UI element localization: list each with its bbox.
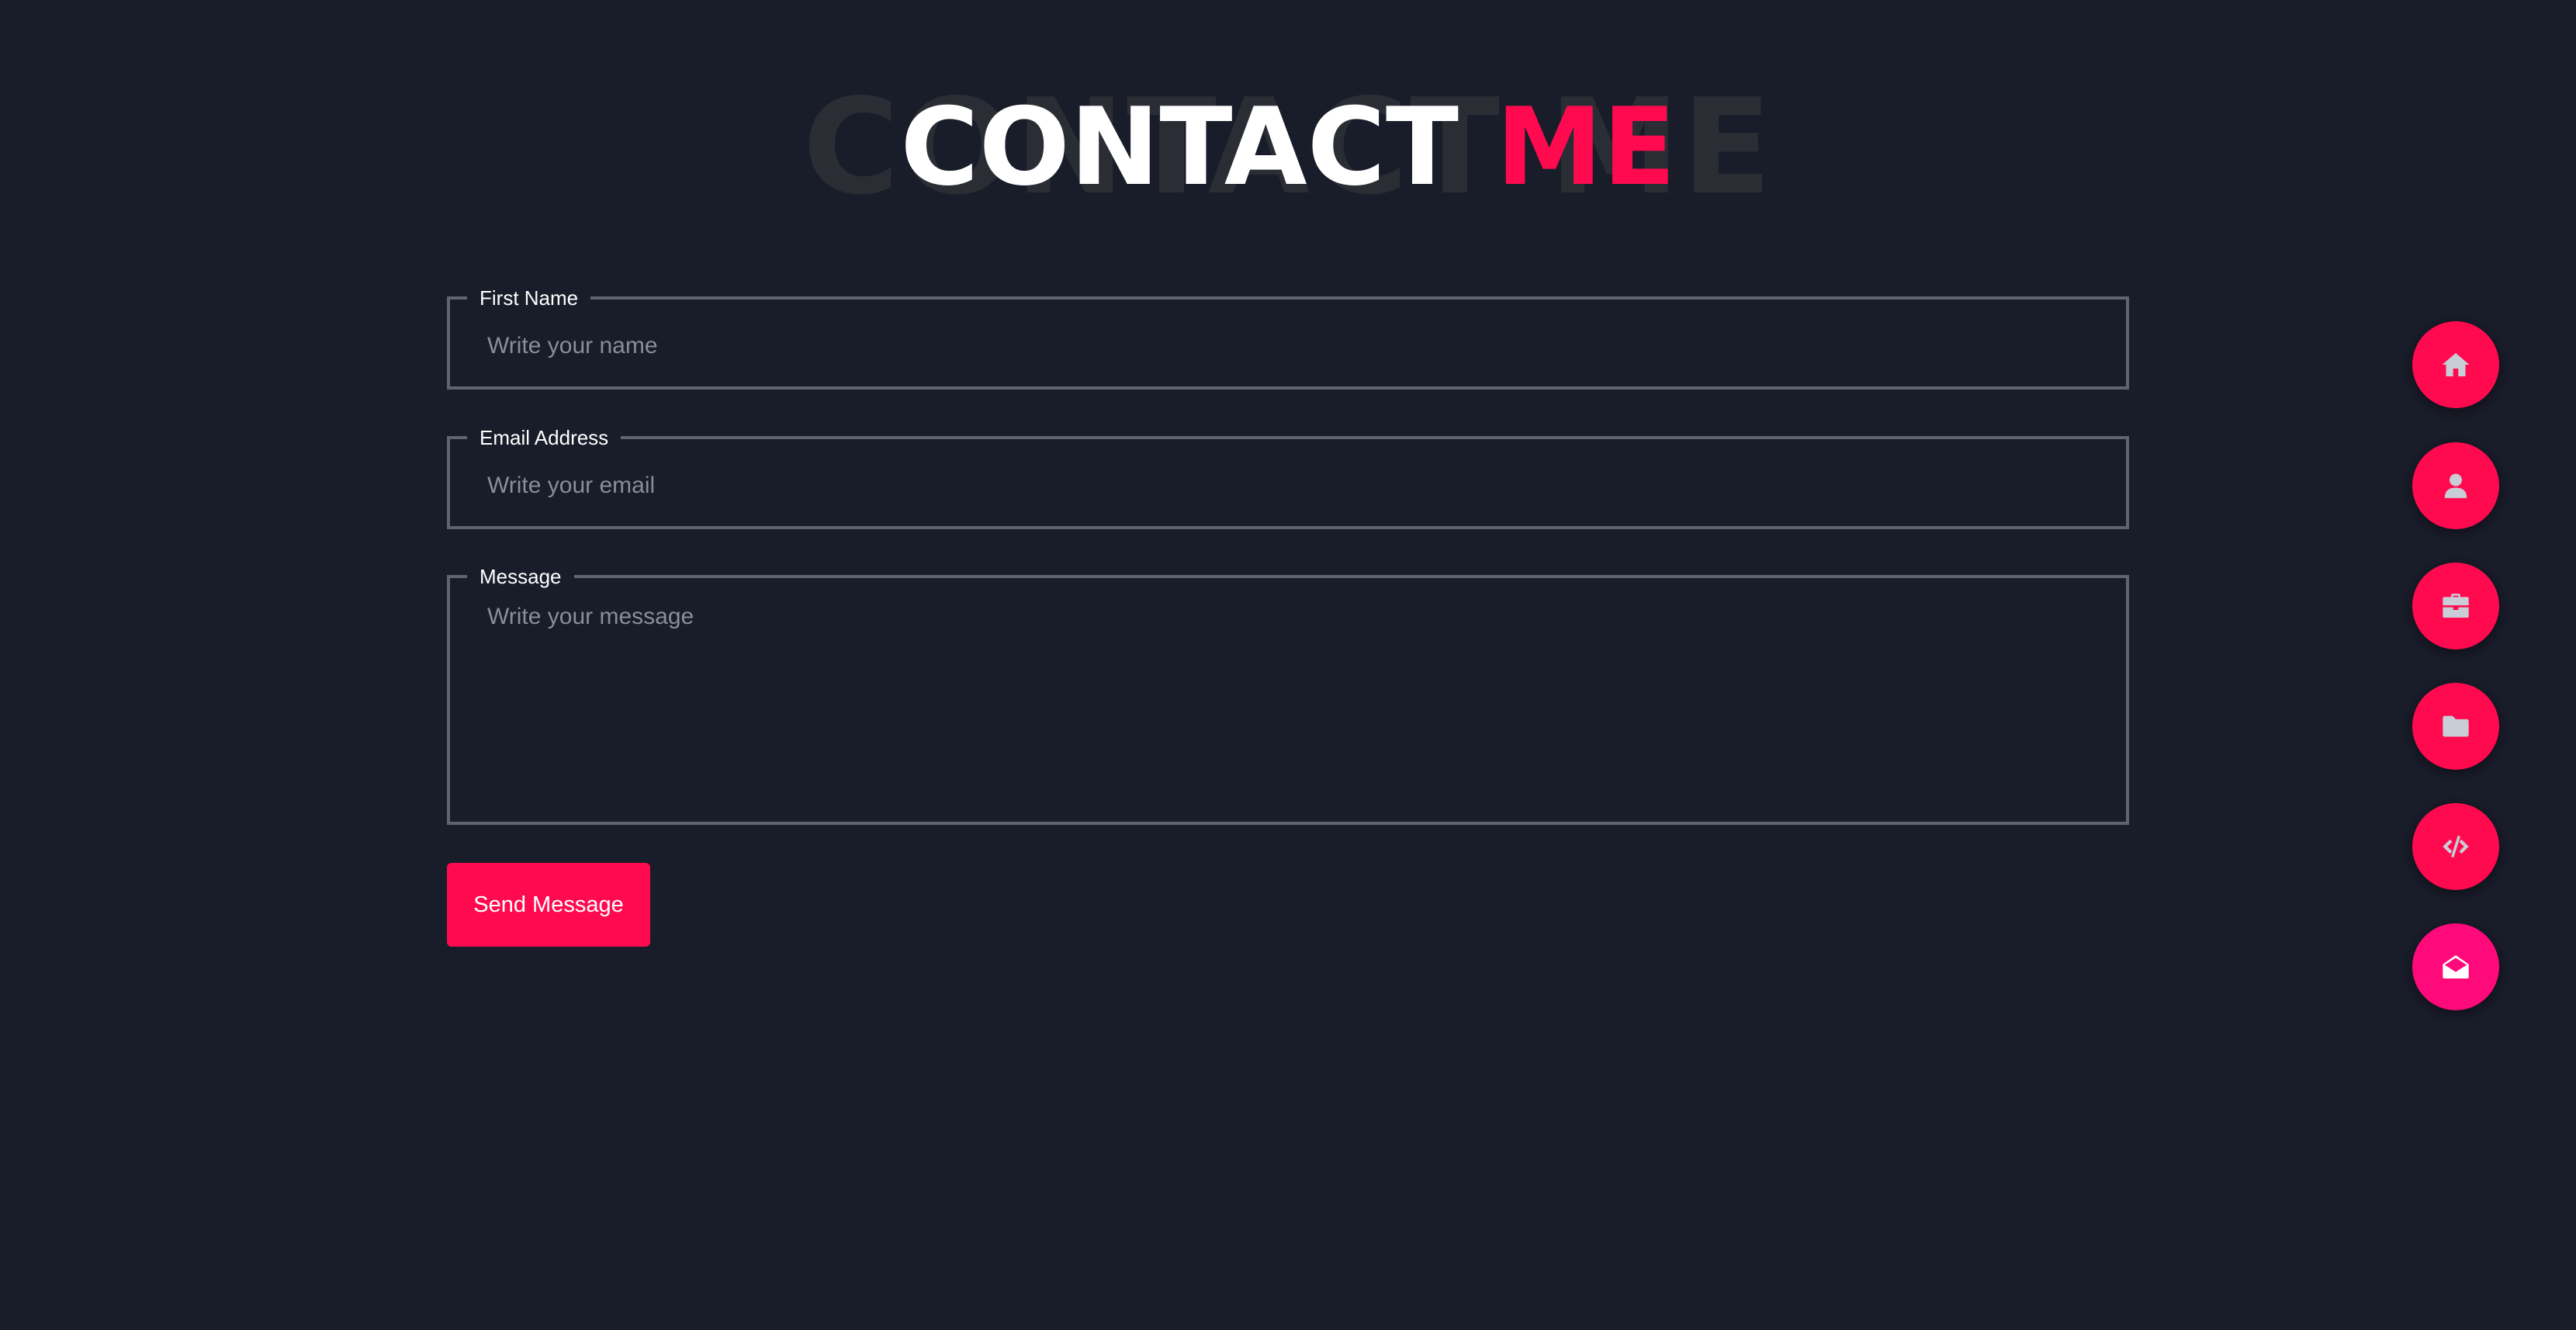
title-accent: ME (1496, 85, 1676, 210)
section-heading: CONTACT ME CONTACT ME (0, 74, 2576, 221)
home-icon (2442, 353, 2470, 376)
send-message-button[interactable]: Send Message (447, 863, 650, 947)
email-fieldset: Email Address (447, 426, 2129, 529)
email-input[interactable] (450, 449, 2126, 522)
folder-icon (2443, 715, 2469, 737)
message-fieldset: Message (447, 565, 2129, 825)
name-fieldset: First Name (447, 286, 2129, 390)
email-label: Email Address (480, 426, 609, 449)
contact-page: CONTACT ME CONTACT ME First Name Email A… (0, 0, 2576, 1330)
title-main: CONTACT (900, 85, 1459, 210)
nav-contact-button[interactable] (2412, 923, 2499, 1010)
nav-about-button[interactable] (2412, 442, 2499, 529)
user-icon (2444, 473, 2467, 498)
nav-services-button[interactable] (2412, 563, 2499, 649)
nav-portfolio-button[interactable] (2412, 683, 2499, 770)
briefcase-icon (2443, 594, 2469, 618)
message-textarea[interactable] (450, 588, 2126, 818)
page-title: CONTACT ME (0, 74, 2576, 221)
code-icon (2443, 835, 2469, 858)
envelope-open-icon (2443, 955, 2469, 978)
message-label: Message (480, 565, 562, 588)
name-label: First Name (480, 286, 579, 310)
name-input[interactable] (450, 310, 2126, 383)
nav-home-button[interactable] (2412, 321, 2499, 408)
nav-code-button[interactable] (2412, 803, 2499, 890)
